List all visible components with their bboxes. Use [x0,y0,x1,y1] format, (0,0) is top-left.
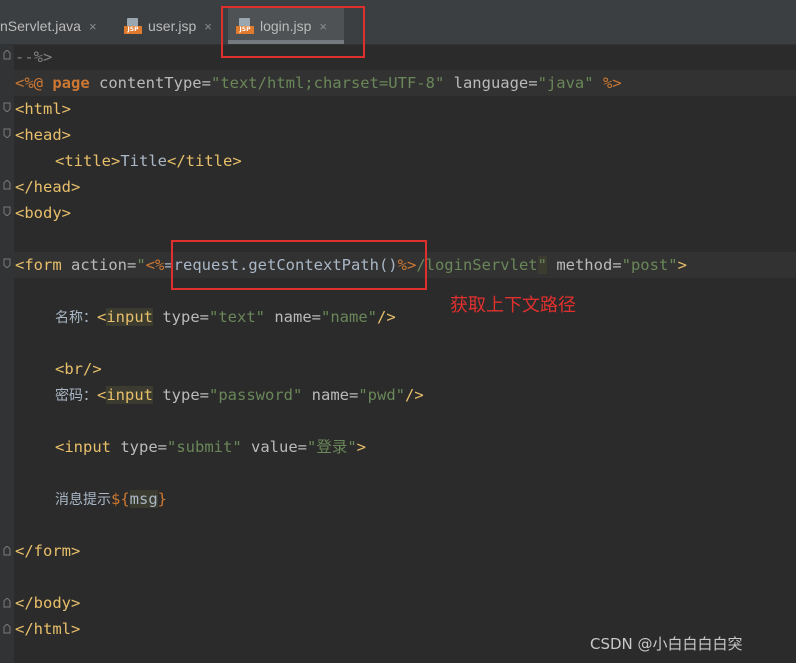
code-line: <br/> [55,360,102,378]
close-icon[interactable]: × [89,19,97,34]
code-line: <input type="submit" value="登录"> [55,438,366,456]
fold-icon[interactable] [3,50,11,60]
highlight-box-tab [221,6,365,58]
code-line: 密码：<input type="password" name="pwd"/> [55,386,424,404]
code-line: </head> [15,178,81,196]
code-line: --%> [15,48,53,66]
code-line: 消息提示${msg} [55,490,168,508]
fold-icon[interactable] [3,546,11,556]
fold-icon[interactable] [3,598,11,608]
fold-icon[interactable] [3,206,11,216]
fold-icon[interactable] [3,258,11,268]
tab-user-jsp[interactable]: JSP user.jsp × [124,8,212,44]
code-line: <body> [15,204,71,222]
code-line: <title>Title</title> [55,152,242,170]
annotation-label: 获取上下文路径 [450,295,576,316]
code-line: </form> [15,542,81,560]
code-line: <head> [15,126,71,144]
tab-nservlet-java[interactable]: nServlet.java × [0,8,97,44]
code-line: <html> [15,100,71,118]
tab-label: nServlet.java [0,18,81,34]
fold-icon[interactable] [3,624,11,634]
close-icon[interactable]: × [204,19,212,34]
fold-icon[interactable] [3,128,11,138]
jsp-file-icon: JSP [124,18,142,34]
fold-icon[interactable] [3,180,11,190]
code-line: </html> [15,620,81,638]
code-line: </body> [15,594,81,612]
code-line: <%@ page contentType="text/html;charset=… [15,74,622,92]
watermark: CSDN @小白白白白突 [590,635,743,653]
fold-icon[interactable] [3,102,11,112]
tab-label: user.jsp [148,18,197,34]
editor-gutter [0,44,14,663]
highlight-box-context-path [171,240,427,290]
code-line: 名称：<input type="text" name="name"/> [55,308,396,326]
editor-tab-bar: nServlet.java × JSP user.jsp × JSP login… [0,0,796,45]
